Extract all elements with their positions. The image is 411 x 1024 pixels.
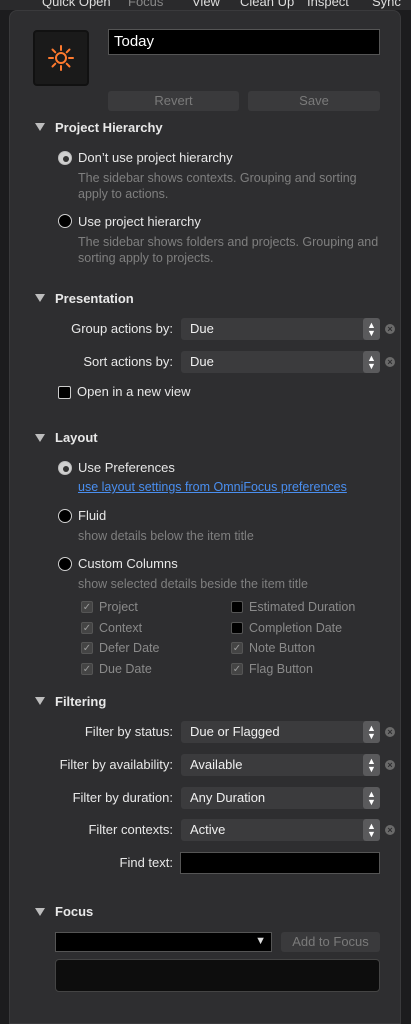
column-project-checkbox[interactable]: ✓ (81, 601, 93, 613)
filter-availability-value: Available (190, 757, 243, 772)
radio-use-hierarchy[interactable] (58, 214, 72, 228)
perspective-editor-panel: Today Revert Save Project Hierarchy Don’… (9, 10, 401, 1024)
no-hierarchy-description: The sidebar shows contexts. Grouping and… (78, 171, 357, 201)
clean-up-button[interactable]: Clean Up (240, 0, 294, 9)
sun-icon (48, 45, 74, 71)
column-label: Context (99, 621, 143, 635)
focus-toolbar-button[interactable]: Focus (128, 0, 163, 9)
chevron-updown-icon: ▲ ▼ (363, 318, 380, 340)
filter-duration-value: Any Duration (190, 790, 266, 805)
chevron-down-icon: ▼ (255, 935, 266, 947)
perspective-name-field[interactable]: Today (108, 29, 380, 55)
column-label: Estimated Duration (249, 600, 356, 614)
add-to-focus-button[interactable]: Add to Focus (281, 932, 380, 952)
filter-contexts-label: Filter contexts: (88, 822, 173, 837)
radio-no-hierarchy[interactable] (58, 151, 72, 165)
chevron-updown-icon: ▲ ▼ (363, 819, 380, 841)
save-button[interactable]: Save (248, 91, 380, 111)
filter-availability-popup[interactable]: Available ▲ ▼ (181, 754, 380, 776)
column-label: Completion Date (249, 621, 343, 635)
disclosure-triangle-icon[interactable] (35, 123, 45, 131)
inspect-toolbar-button[interactable]: Inspect (307, 0, 349, 9)
filter-contexts-popup[interactable]: Active ▲ ▼ (181, 819, 380, 841)
column-label: Note Button (249, 641, 316, 655)
disclosure-triangle-icon[interactable] (35, 697, 45, 705)
sort-by-popup[interactable]: Due ▲ ▼ (181, 351, 380, 373)
disclosure-triangle-icon[interactable] (35, 908, 45, 916)
filter-duration-label: Filter by duration: (72, 790, 173, 805)
radio-use-preferences[interactable] (58, 461, 72, 475)
sort-by-label: Sort actions by: (83, 354, 173, 369)
group-by-value: Due (190, 321, 214, 336)
column-completion-date-checkbox[interactable] (231, 622, 243, 634)
disclosure-triangle-icon[interactable] (35, 294, 45, 302)
open-new-view-label[interactable]: Open in a new view (77, 384, 190, 399)
window-toolbar: Quick Open Focus View Clean Up Inspect S… (0, 0, 411, 10)
filter-status-popup[interactable]: Due or Flagged ▲ ▼ (181, 721, 380, 743)
section-layout: Layout (55, 430, 98, 445)
column-note-button-checkbox[interactable]: ✓ (231, 642, 243, 654)
filter-availability-label: Filter by availability: (59, 757, 173, 772)
clear-icon[interactable]: × (385, 825, 395, 835)
column-due-date-checkbox[interactable]: ✓ (81, 663, 93, 675)
section-project-hierarchy: Project Hierarchy (55, 120, 163, 135)
column-label: Due Date (99, 662, 152, 676)
no-hierarchy-label[interactable]: Don’t use project hierarchy (78, 150, 233, 165)
clear-icon[interactable]: × (385, 760, 395, 770)
filter-status-label: Filter by status: (84, 724, 173, 739)
open-new-view-checkbox[interactable] (58, 386, 71, 399)
disclosure-triangle-icon[interactable] (35, 434, 45, 442)
section-presentation: Presentation (55, 291, 134, 306)
column-estimated-duration-checkbox[interactable] (231, 601, 243, 613)
section-filtering: Filtering (55, 694, 107, 709)
fluid-description: show details below the item title (78, 529, 254, 543)
filter-status-value: Due or Flagged (190, 724, 280, 739)
column-context-checkbox[interactable]: ✓ (81, 622, 93, 634)
revert-button[interactable]: Revert (108, 91, 239, 111)
clear-icon[interactable]: × (385, 324, 395, 334)
quick-open-button[interactable]: Quick Open (42, 0, 111, 9)
column-label: Defer Date (99, 641, 160, 655)
focus-select-popup[interactable]: ▼ (55, 932, 272, 952)
custom-columns-description: show selected details beside the item ti… (78, 577, 308, 591)
group-by-popup[interactable]: Due ▲ ▼ (181, 318, 380, 340)
clear-icon[interactable]: × (385, 357, 395, 367)
custom-columns-label[interactable]: Custom Columns (78, 556, 178, 571)
focus-list[interactable] (55, 959, 380, 992)
sync-toolbar-button[interactable]: Sync (372, 0, 401, 9)
find-text-field[interactable] (180, 852, 380, 874)
group-by-label: Group actions by: (71, 321, 173, 336)
radio-custom-columns[interactable] (58, 557, 72, 571)
filter-contexts-value: Active (190, 822, 226, 837)
layout-preferences-link[interactable]: use layout settings from OmniFocus prefe… (78, 480, 347, 494)
column-label: Project (99, 600, 138, 614)
column-flag-button-checkbox[interactable]: ✓ (231, 663, 243, 675)
chevron-updown-icon: ▲ ▼ (363, 754, 380, 776)
clear-icon[interactable]: × (385, 727, 395, 737)
use-hierarchy-description: The sidebar shows folders and projects. … (78, 235, 379, 265)
chevron-updown-icon: ▲ ▼ (363, 351, 380, 373)
chevron-updown-icon: ▲ ▼ (363, 721, 380, 743)
chevron-updown-icon: ▲ ▼ (363, 787, 380, 809)
column-label: Flag Button (249, 662, 313, 676)
perspective-icon-well[interactable] (33, 30, 89, 86)
use-preferences-label[interactable]: Use Preferences (78, 460, 175, 475)
fluid-label[interactable]: Fluid (78, 508, 106, 523)
column-defer-date-checkbox[interactable]: ✓ (81, 642, 93, 654)
use-hierarchy-label[interactable]: Use project hierarchy (78, 214, 201, 229)
find-text-label: Find text: (119, 855, 173, 870)
view-toolbar-button[interactable]: View (192, 0, 220, 9)
section-focus: Focus (55, 904, 94, 919)
sort-by-value: Due (190, 354, 214, 369)
filter-duration-popup[interactable]: Any Duration ▲ ▼ (181, 787, 380, 809)
radio-fluid[interactable] (58, 509, 72, 523)
